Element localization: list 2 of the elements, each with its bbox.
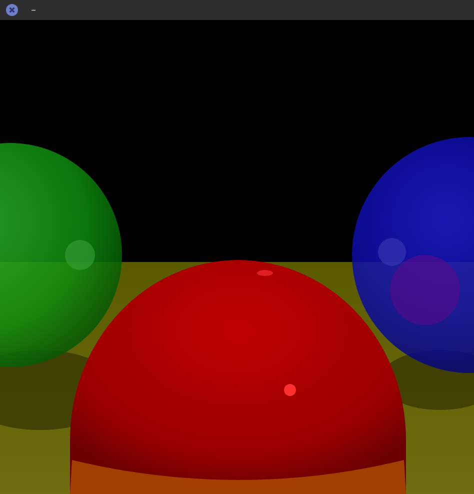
close-icon[interactable]	[6, 4, 18, 16]
window-title: –	[31, 4, 36, 16]
